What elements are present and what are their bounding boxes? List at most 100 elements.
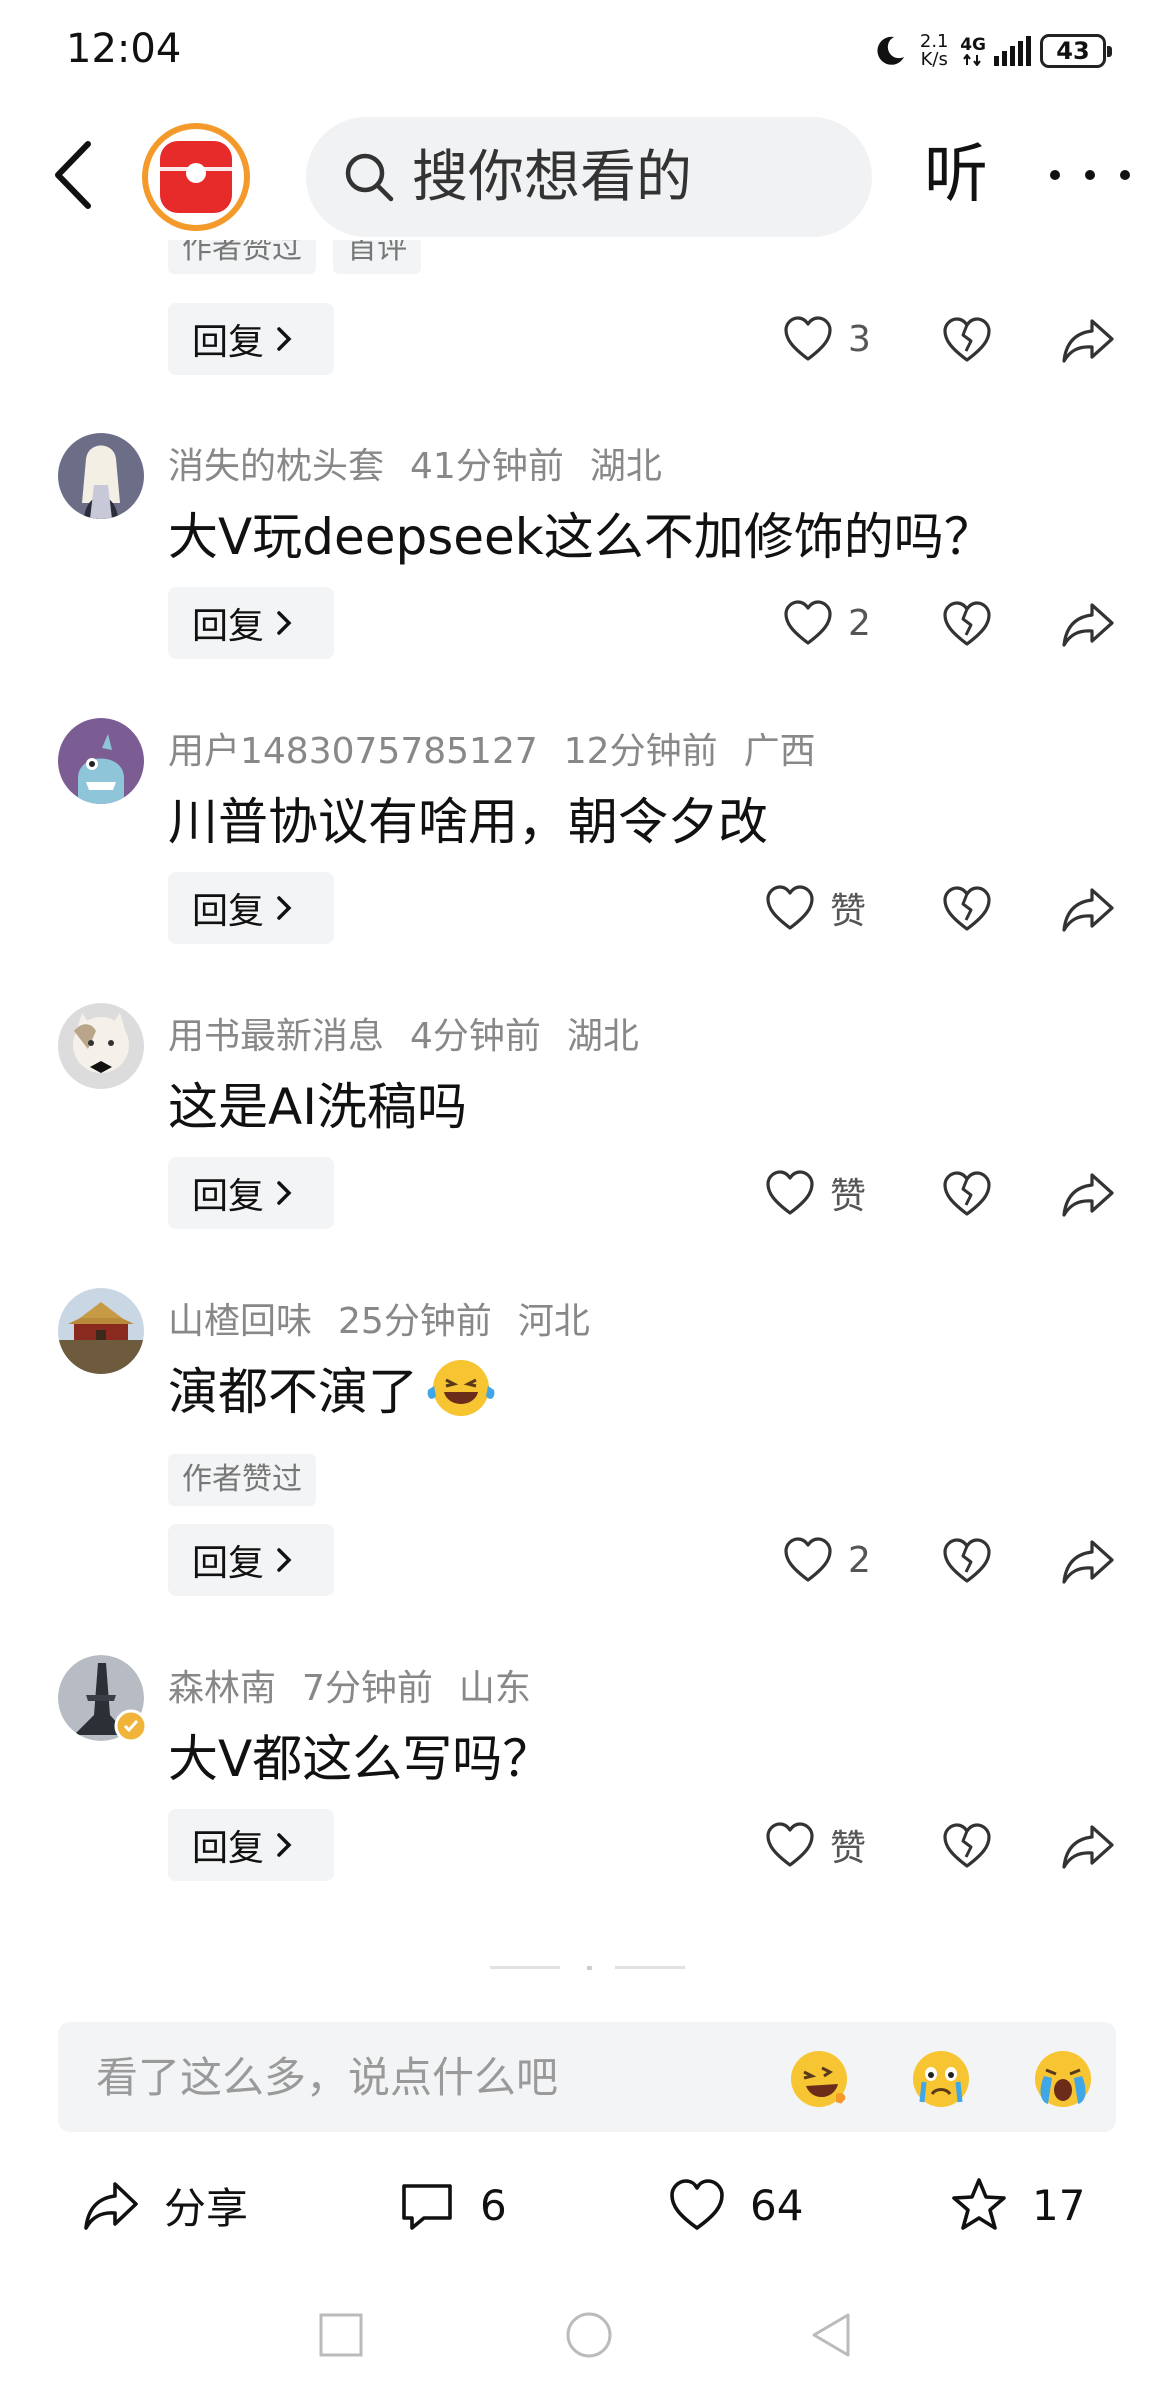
comment-input-bar [58,2022,1116,2132]
like-article-button[interactable]: 64 [668,2160,803,2250]
comment-text[interactable]: 大V玩deepseek这么不加修饰的吗？ [168,497,994,569]
comment-meta: 山楂回味 25分钟前 河北 [168,1292,616,1344]
broken-heart-icon[interactable] [940,1167,994,1221]
avatar[interactable] [58,433,144,519]
comment-location: 河北 [517,1301,590,1342]
comments-button[interactable]: 6 [398,2160,507,2250]
comment-actions: 回复 3 [0,303,1176,375]
reply-button[interactable]: 回复 [168,1524,334,1596]
comment-text[interactable]: 川普协议有啥用，朝令夕改 [168,782,768,854]
avatar[interactable] [58,1655,148,1743]
avatar[interactable] [58,718,144,804]
like-count: 2 [848,602,871,644]
sobbing-emoji[interactable] [1030,2046,1096,2112]
first-comment-tag: 首评 [333,240,422,274]
share-arrow-icon[interactable] [1060,882,1116,936]
chevron-right-icon [277,896,292,920]
share-arrow-icon[interactable] [1060,1167,1116,1221]
heart-icon [784,316,832,361]
comment-time: 41分钟前 [410,446,564,487]
article-like-count: 64 [750,2180,804,2230]
chevron-right-icon [277,327,292,351]
like-button[interactable]: 赞 [764,1815,866,1875]
share-arrow-icon[interactable] [1060,1534,1116,1588]
status-bar: 12:04 2.1 K/s 4G 43 [0,0,1176,100]
username[interactable]: 用书最新消息 [168,1016,384,1057]
more-dot-icon [1050,170,1060,180]
like-button[interactable]: 赞 [764,878,866,938]
heart-icon [766,1170,814,1215]
username[interactable]: 森林南 [168,1668,276,1709]
like-count: 赞 [830,891,867,932]
username[interactable]: 消失的枕头套 [168,446,384,487]
network-speed: 2.1 K/s [919,31,949,70]
recent-apps-icon[interactable] [318,2310,364,2360]
reply-button[interactable]: 回复 [168,872,334,944]
comment-location: 山东 [458,1668,531,1709]
heart-icon [670,2179,724,2230]
share-arrow-icon[interactable] [1060,313,1116,367]
back-arrow-icon[interactable] [48,140,102,210]
comment-actions: 回复 2 [0,587,1176,659]
back-triangle-icon[interactable] [808,2310,854,2360]
app-logo-icon [160,141,232,213]
comment-text[interactable]: 这是AI洗稿吗 [168,1067,467,1139]
reply-button[interactable]: 回复 [168,303,334,375]
comment-time: 25分钟前 [338,1301,492,1342]
broken-heart-icon[interactable] [940,1819,994,1873]
system-navigation-bar [0,2300,1176,2380]
username[interactable]: 山楂回味 [168,1301,312,1342]
broken-heart-icon[interactable] [940,882,994,936]
author-liked-tag: 作者赞过 [168,240,316,274]
reply-button[interactable]: 回复 [168,1157,334,1229]
search-icon [345,153,394,202]
share-button[interactable]: 分享 [82,2160,248,2250]
favorite-count: 17 [1032,2180,1086,2230]
search-bar[interactable] [306,117,872,237]
moon-icon [877,36,905,65]
comment-actions: 回复 2 [0,1524,1176,1596]
like-button[interactable]: 2 [782,593,871,653]
share-label: 分享 [164,2183,249,2233]
comment-meta: 消失的枕头套 41分钟前 湖北 [168,437,688,489]
like-button[interactable]: 赞 [764,1163,866,1223]
share-arrow-icon [84,2182,138,2230]
comment-input[interactable] [96,2044,736,2110]
app-logo-button[interactable] [142,123,250,231]
avatar[interactable] [58,1288,144,1374]
comment-location: 湖北 [566,1016,639,1057]
search-input[interactable] [412,144,852,210]
favorite-button[interactable]: 17 [950,2160,1085,2250]
comment-location: 湖北 [589,446,662,487]
reply-button[interactable]: 回复 [168,587,334,659]
username[interactable]: 用户1483075785127 [168,731,538,772]
like-button[interactable]: 3 [782,309,871,369]
comment-location: 广西 [743,731,816,772]
heart-icon [766,885,814,930]
comment-bubble-icon [402,2184,452,2230]
comment-time: 4分钟前 [410,1016,541,1057]
comment-text[interactable]: 演都不演了 [168,1352,498,1424]
more-options-button[interactable] [1050,145,1130,205]
home-icon[interactable] [564,2310,614,2360]
reply-button[interactable]: 回复 [168,1809,334,1881]
listen-button[interactable]: 听 [924,135,988,215]
crying-emoji[interactable] [908,2046,974,2112]
heart-icon [784,600,832,645]
broken-heart-icon[interactable] [940,313,994,367]
comment-text[interactable]: 大V都这么写吗？ [168,1719,552,1791]
broken-heart-icon[interactable] [940,1534,994,1588]
loading-indicator [490,1966,685,1970]
laughing-emoji[interactable] [786,2046,852,2112]
signal-icon [994,36,1031,66]
like-button[interactable]: 2 [782,1530,871,1590]
share-arrow-icon[interactable] [1060,597,1116,651]
avatar[interactable] [58,1003,144,1089]
broken-heart-icon[interactable] [940,597,994,651]
battery-indicator: 43 [1040,34,1112,68]
comment-actions: 回复 赞 [0,872,1176,944]
heart-icon [766,1822,814,1867]
verified-badge-icon [114,1709,148,1743]
chevron-right-icon [277,1181,292,1205]
share-arrow-icon[interactable] [1060,1819,1116,1873]
